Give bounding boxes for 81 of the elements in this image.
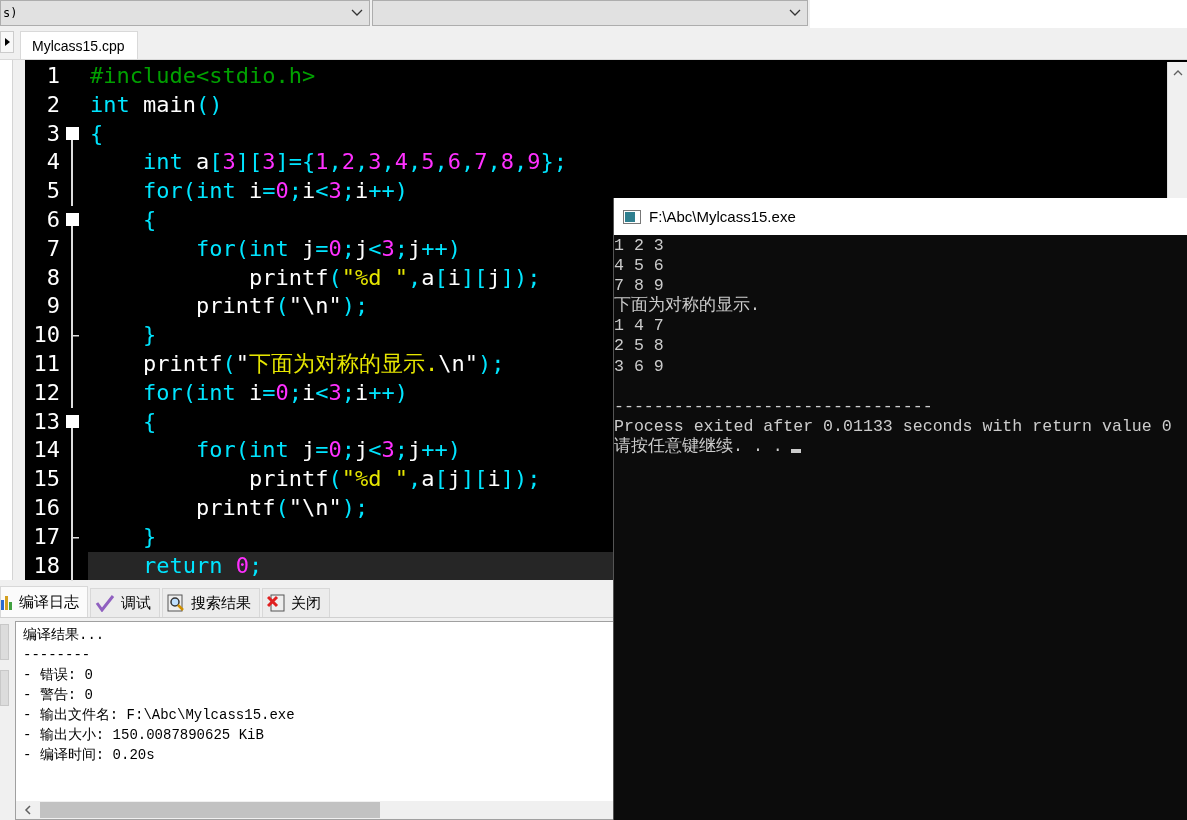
console-window-icon (623, 209, 641, 224)
separator-line: -------------------------------- (614, 396, 933, 417)
code-line: { (90, 119, 104, 148)
line-number: 17 (32, 522, 60, 551)
triangle-right-icon (4, 38, 10, 46)
output-line: 下面为对称的显示. (614, 296, 760, 317)
dropdown[interactable] (372, 0, 808, 26)
line-number: 14 (32, 436, 60, 465)
text-cursor (790, 449, 801, 454)
log-line: - 编译时间: 0.20s (23, 746, 155, 765)
code-line: for(int i=0;i<3;i++) (141, 378, 408, 407)
window-title: F:\Abc\Mylcass15.exe (649, 208, 796, 225)
code-line: #include<stdio.h> (90, 62, 316, 90)
code-line: printf("%d ",a[j][i]); (247, 465, 541, 494)
panel-tab[interactable]: 调试 (90, 588, 160, 617)
line-number: 1 (45, 62, 60, 90)
line-number: 11 (32, 349, 60, 378)
code-line: printf("\n"); (194, 493, 369, 522)
code-line: for(int j=0;j<3;j++) (194, 234, 461, 263)
code-line: { (141, 407, 157, 436)
code-line: int a[3][3]={1,2,3,4,5,6,7,8,9}; (141, 148, 567, 177)
chevron-down-icon (789, 9, 801, 17)
log-line: 编译结果... (23, 626, 105, 645)
log-line: - 错误: 0 (23, 666, 93, 685)
side-button[interactable] (0, 670, 9, 706)
dropdown[interactable]: s) (0, 0, 370, 26)
log-line: - 输出文件名: F:\Abc\Mylcass15.exe (23, 706, 295, 725)
code-line: for(int j=0;j<3;j++) (194, 436, 461, 465)
code-line: printf("下面为对称的显示.\n"); (141, 349, 505, 378)
panel-tab[interactable]: 编译日志 (0, 586, 88, 617)
fold-end-marker (71, 321, 79, 351)
line-number: 4 (45, 148, 60, 177)
output-line: 1 2 3 (614, 236, 664, 257)
code-line: int main() (90, 90, 223, 119)
chevron-left-icon (24, 805, 32, 815)
line-number: 16 (32, 493, 60, 522)
side-button[interactable] (0, 624, 9, 660)
scroll-tabs-button[interactable] (0, 31, 14, 53)
file-tab[interactable]: Mylcass15.cpp (20, 31, 138, 59)
line-number: 5 (45, 177, 60, 206)
line-number: 6 (45, 206, 60, 234)
output-line: 请按任意键继续. . . (614, 436, 783, 458)
log-line: - 输出大小: 150.0087890625 KiB (23, 726, 264, 745)
horizontal-scrollbar[interactable] (16, 801, 614, 819)
line-number: 2 (45, 90, 60, 119)
code-line: } (141, 522, 157, 551)
output-line: Process exited after 0.01133 seconds with return value 0 (614, 416, 1172, 437)
close-document-icon (267, 594, 285, 612)
fold-end-marker (71, 522, 79, 552)
line-number: 8 (45, 263, 60, 292)
magnifier-document-icon (167, 594, 185, 612)
line-number: 12 (32, 378, 60, 407)
panel-tab[interactable]: 搜索结果 (162, 588, 260, 617)
chevron-up-icon (1172, 70, 1183, 76)
output-line: 4 5 6 (614, 256, 664, 277)
check-icon (95, 594, 115, 612)
fold-line (71, 551, 73, 581)
code-line: for(int i=0;i<3;i++) (141, 177, 408, 206)
bar-chart-icon (1, 594, 13, 610)
output-line: 7 8 9 (614, 276, 664, 296)
line-number: 10 (32, 321, 60, 350)
code-line: printf("%d ",a[i][j]); (247, 263, 541, 292)
code-line: } (141, 321, 157, 350)
line-number: 9 (45, 292, 60, 321)
code-line: return 0; (141, 551, 263, 580)
scrollbar-thumb[interactable] (40, 802, 380, 818)
line-number: 15 (32, 465, 60, 494)
log-line: -------- (23, 646, 91, 665)
output-line: 1 4 7 (614, 316, 664, 337)
code-line: { (141, 206, 157, 234)
code-line: printf("\n"); (194, 292, 369, 321)
output-line: 2 5 8 (614, 336, 664, 357)
chevron-down-icon (351, 9, 363, 17)
line-number: 18 (32, 551, 60, 580)
log-line: - 警告: 0 (23, 686, 93, 705)
line-number: 13 (32, 407, 60, 436)
line-number: 7 (45, 234, 60, 263)
line-number: 3 (45, 119, 60, 148)
output-line: 3 6 9 (614, 356, 664, 377)
panel-tab[interactable]: 关闭 (262, 588, 330, 617)
vertical-scrollbar[interactable] (1167, 62, 1187, 198)
